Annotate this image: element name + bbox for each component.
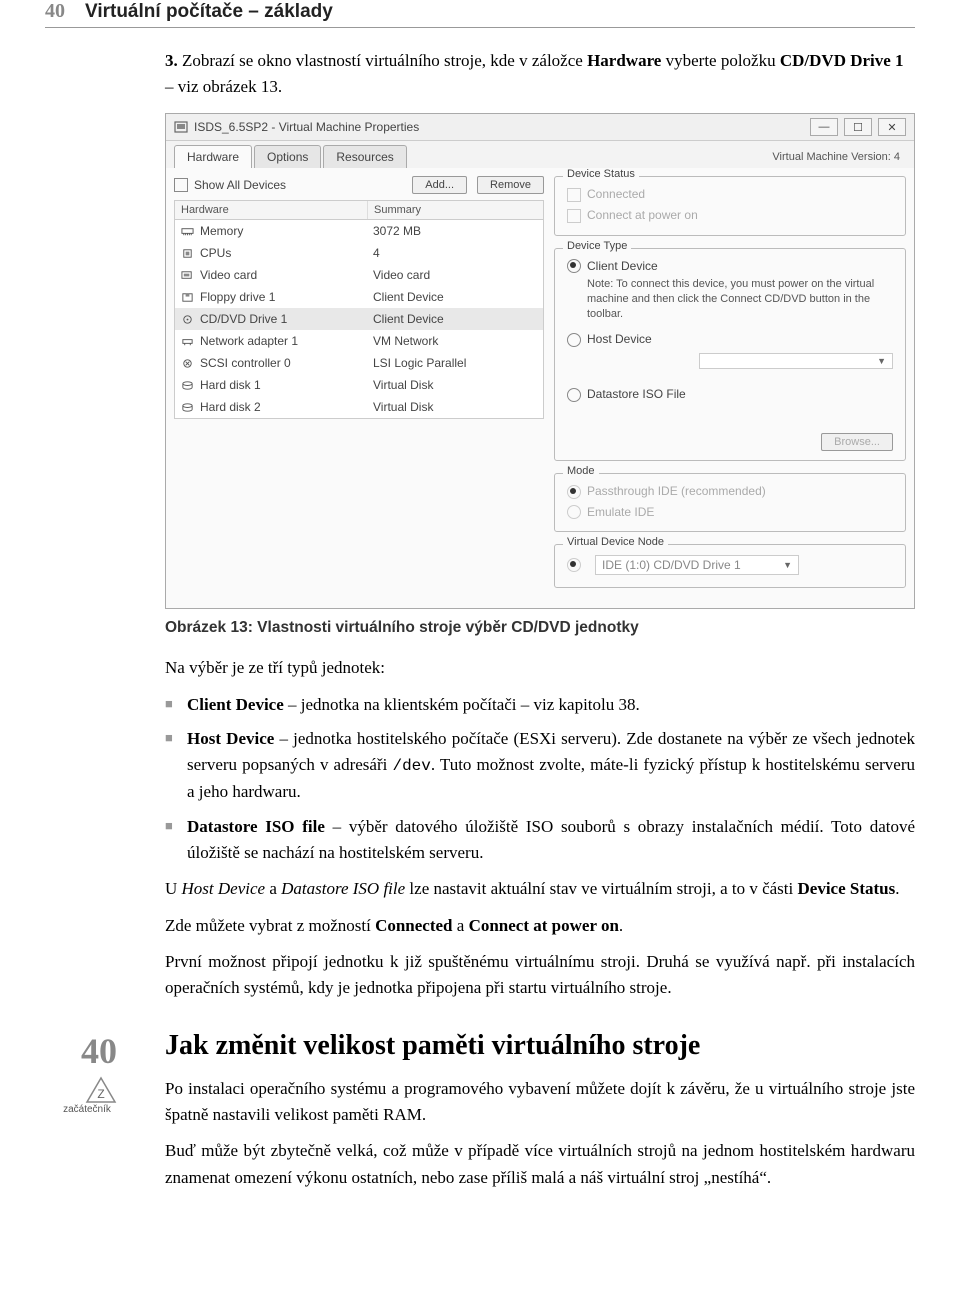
- table-row[interactable]: Memory 3072 MB: [175, 220, 543, 242]
- radio-client-device[interactable]: Client Device: [567, 259, 893, 274]
- device-status-group: Device Status Connected Connect at power…: [554, 176, 906, 236]
- body-text: U Host Device a Datastore ISO file lze n…: [165, 876, 915, 902]
- virtual-device-node-group: Virtual Device Node IDE (1:0) CD/DVD Dri…: [554, 544, 906, 588]
- body-text: První možnost připojí jednotku k již spu…: [165, 949, 915, 1002]
- page-header: 40 Virtuální počítače – základy: [45, 0, 915, 28]
- scsi-icon: [181, 358, 194, 369]
- table-row[interactable]: CD/DVD Drive 1 Client Device: [175, 308, 543, 330]
- table-row[interactable]: SCSI controller 0 LSI Logic Parallel: [175, 352, 543, 374]
- figure-caption: Obrázek 13: Vlastnosti virtuálního stroj…: [165, 619, 915, 637]
- svg-text:Z: Z: [97, 1087, 104, 1101]
- vdn-select[interactable]: IDE (1:0) CD/DVD Drive 1▼: [595, 555, 799, 575]
- video-icon: [181, 270, 194, 281]
- radio-host-device[interactable]: Host Device: [567, 332, 893, 347]
- window-icon: [174, 120, 188, 134]
- bullet-list: Client Device – jednotka na klientském p…: [165, 692, 915, 867]
- network-icon: [181, 336, 194, 347]
- list-item: Client Device – jednotka na klientském p…: [165, 692, 915, 718]
- col-summary: Summary: [368, 201, 543, 219]
- body-text: Zde můžete vybrat z možností Connected a…: [165, 913, 915, 939]
- chevron-down-icon: ▼: [877, 356, 886, 366]
- table-row[interactable]: Hard disk 2 Virtual Disk: [175, 396, 543, 418]
- connected-checkbox: Connected: [567, 187, 893, 202]
- triangle-icon: Z: [85, 1076, 117, 1104]
- list-item: Host Device – jednotka hostitelského poč…: [165, 726, 915, 805]
- radio-datastore-iso[interactable]: Datastore ISO File: [567, 387, 893, 402]
- titlebar: ISDS_6.5SP2 - Virtual Machine Properties…: [166, 114, 914, 141]
- table-row[interactable]: Network adapter 1 VM Network: [175, 330, 543, 352]
- memory-icon: [181, 226, 194, 237]
- cddvd-icon: [181, 314, 194, 325]
- table-row[interactable]: Hard disk 1 Virtual Disk: [175, 374, 543, 396]
- window-controls: — ☐ ✕: [810, 118, 906, 136]
- minimize-button[interactable]: —: [810, 118, 838, 136]
- tab-hardware[interactable]: Hardware: [174, 145, 252, 168]
- tab-resources[interactable]: Resources: [323, 145, 406, 168]
- table-row[interactable]: Video card Video card: [175, 264, 543, 286]
- body-text: Po instalaci operačního systému a progra…: [165, 1076, 915, 1129]
- client-note: Note: To connect this device, you must p…: [587, 277, 893, 322]
- radio-emulate: Emulate IDE: [567, 505, 893, 520]
- radio-passthrough: Passthrough IDE (recommended): [567, 484, 893, 499]
- col-hardware: Hardware: [175, 201, 368, 219]
- table-row[interactable]: Floppy drive 1 Client Device: [175, 286, 543, 308]
- host-device-select[interactable]: ▼: [699, 353, 893, 369]
- section-title: Jak změnit velikost paměti virtuálního s…: [165, 1030, 915, 1062]
- numbered-step-3: 3. Zobrazí se okno vlastností virtuálníh…: [165, 48, 915, 99]
- show-all-checkbox[interactable]: Show All Devices: [174, 178, 286, 193]
- header-title: Virtuální počítače – základy: [85, 1, 333, 23]
- connect-poweron-checkbox: Connect at power on: [567, 208, 893, 223]
- cpu-icon: [181, 248, 194, 259]
- page-number-top: 40: [45, 0, 65, 23]
- disk-icon: [181, 380, 194, 391]
- tab-strip: Hardware Options Resources: [174, 145, 409, 168]
- table-row[interactable]: CPUs 4: [175, 242, 543, 264]
- browse-button[interactable]: Browse...: [821, 433, 893, 451]
- chevron-down-icon: ▼: [783, 560, 792, 570]
- tab-options[interactable]: Options: [254, 145, 321, 168]
- close-button[interactable]: ✕: [878, 118, 906, 136]
- section-number: 40: [45, 1030, 117, 1072]
- device-type-group: Device Type Client Device Note: To conne…: [554, 248, 906, 461]
- mode-group: Mode Passthrough IDE (recommended) Emula…: [554, 473, 906, 533]
- beginner-badge: Z začátečník: [45, 1076, 117, 1115]
- list-item: Datastore ISO file – výběr datového úlož…: [165, 814, 915, 867]
- window-title: ISDS_6.5SP2 - Virtual Machine Properties: [194, 120, 419, 134]
- floppy-icon: [181, 292, 194, 303]
- maximize-button[interactable]: ☐: [844, 118, 872, 136]
- remove-button[interactable]: Remove: [477, 176, 544, 194]
- add-button[interactable]: Add...: [412, 176, 467, 194]
- vm-version-label: Virtual Machine Version: 4: [772, 151, 906, 163]
- body-text: Buď může být zbytečně velká, což může v …: [165, 1138, 915, 1191]
- hardware-table: Hardware Summary Memory 3072 MB CPUs 4: [174, 200, 544, 419]
- body-text: Na výběr je ze tří typů jednotek:: [165, 655, 915, 681]
- disk-icon: [181, 402, 194, 413]
- vm-properties-dialog: ISDS_6.5SP2 - Virtual Machine Properties…: [165, 113, 915, 609]
